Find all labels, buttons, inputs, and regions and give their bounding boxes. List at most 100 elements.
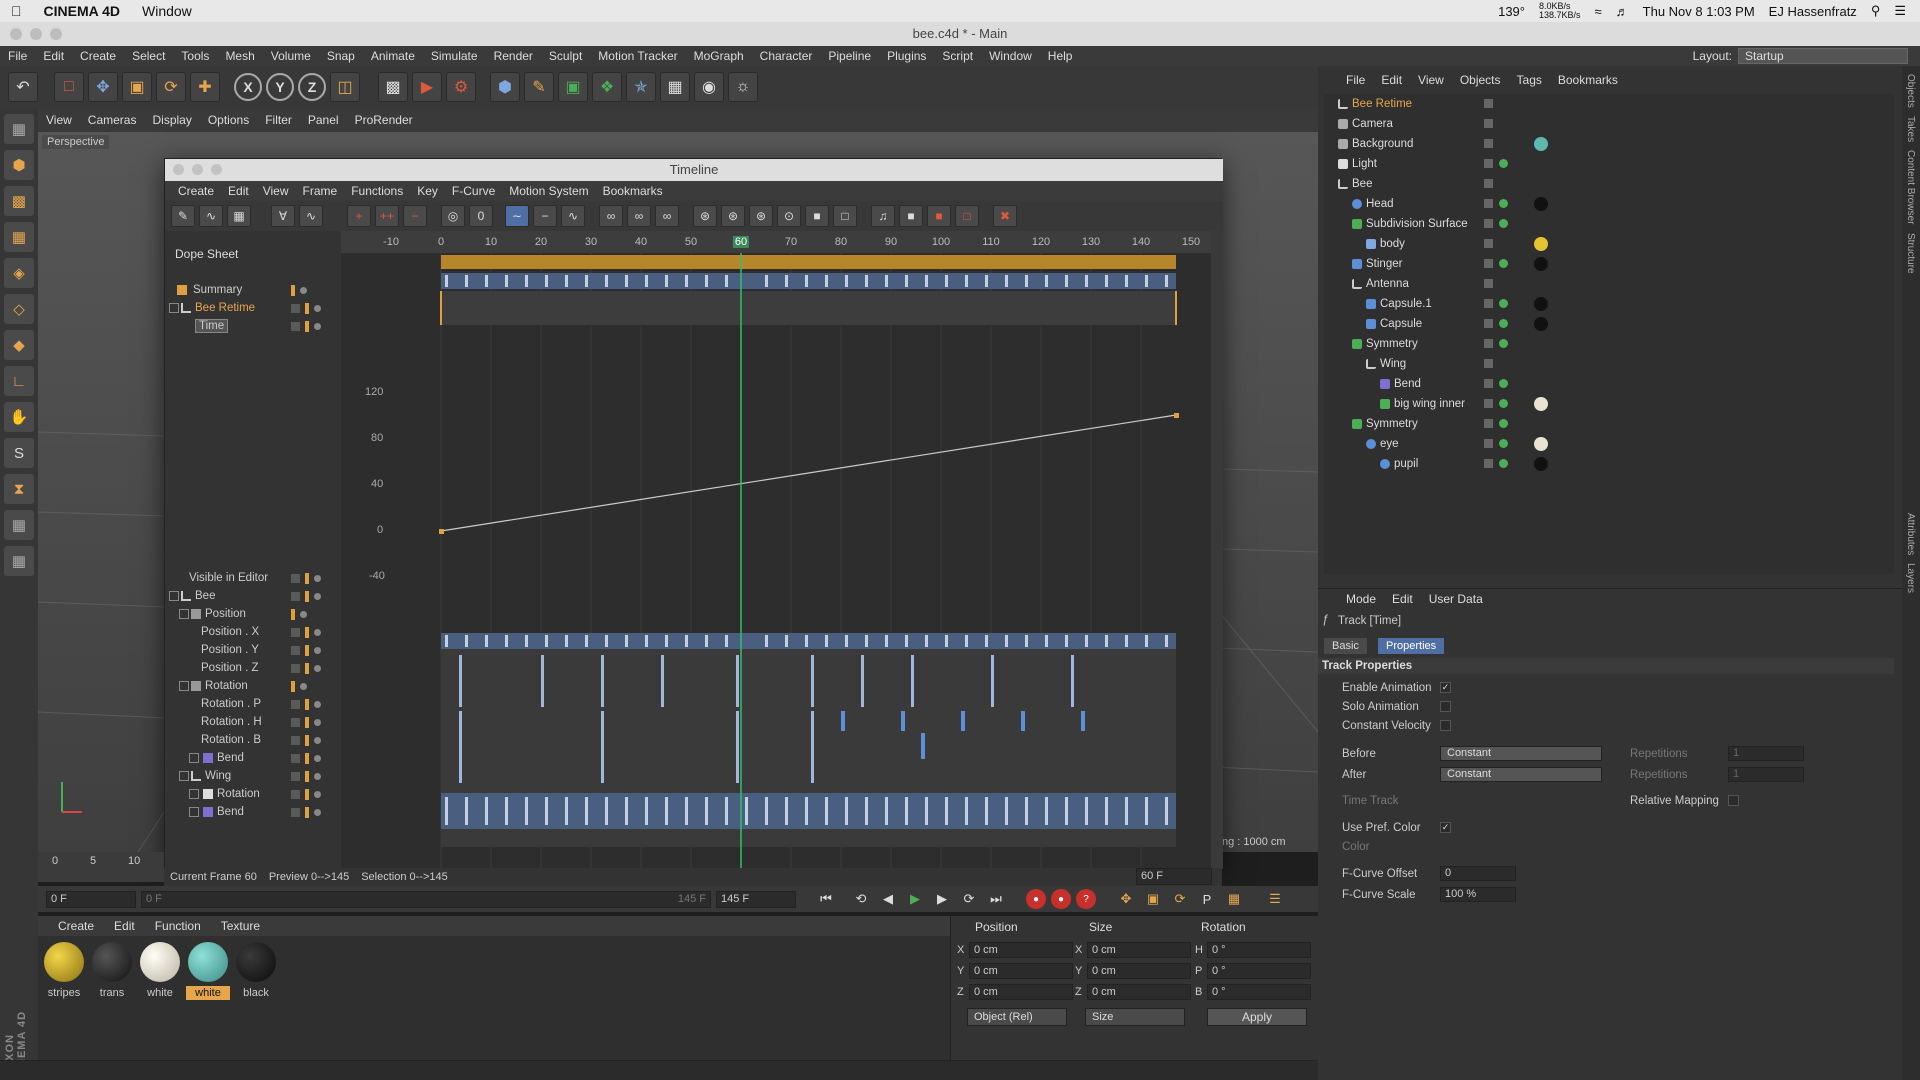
viewport-menu-panel[interactable]: Panel (300, 113, 347, 127)
position-y-field[interactable]: 0 cm (969, 963, 1073, 979)
timeline-window-icon[interactable]: ☰ (1264, 888, 1286, 910)
material-tag[interactable] (1534, 137, 1548, 151)
object-visibility[interactable] (1484, 199, 1508, 208)
render-settings-icon[interactable]: ⚙ (446, 72, 476, 102)
om-menu-tags[interactable]: Tags (1509, 73, 1550, 87)
menu-script[interactable]: Script (934, 49, 981, 63)
object-visibility[interactable] (1484, 419, 1508, 428)
move-icon[interactable]: ✥ (88, 72, 118, 102)
object-row[interactable]: Bee (1324, 174, 1894, 194)
object-row[interactable]: Subdivision Surface (1324, 214, 1894, 234)
menu-help[interactable]: Help (1040, 49, 1081, 63)
timeline-menu-view[interactable]: View (256, 184, 296, 198)
timeline-menu-frame[interactable]: Frame (296, 184, 345, 198)
object-row[interactable]: Symmetry (1324, 414, 1894, 434)
rotate-icon[interactable]: ⟳ (156, 72, 186, 102)
render-icon[interactable]: ▶ (412, 72, 442, 102)
tree-row-wing[interactable]: Wing (165, 767, 341, 785)
tree-row-time[interactable]: Time (165, 317, 341, 335)
timeline-ruler[interactable]: -10 0 10 20 30 40 50 60 70 80 90 100 110… (341, 231, 1211, 253)
mute-icon[interactable]: ♫ (871, 205, 895, 227)
points-mode-icon[interactable]: ◈ (4, 258, 34, 288)
solo-icon[interactable]: S (4, 438, 34, 468)
am-menu-mode[interactable]: Mode (1338, 592, 1384, 606)
dope-sheet-mode-icon[interactable]: ✎ (171, 205, 195, 227)
object-visibility[interactable] (1484, 119, 1493, 128)
size-y-field[interactable]: 0 cm (1087, 963, 1191, 979)
am-menu-edit[interactable]: Edit (1384, 592, 1421, 606)
track-controls[interactable] (291, 698, 321, 710)
motion-mode-icon[interactable]: ▦ (227, 205, 251, 227)
keyframe-selection-icon[interactable]: ? (1076, 889, 1096, 909)
size-mode-dropdown[interactable]: Size (1085, 1008, 1185, 1026)
break-key-icon[interactable]: ■ (927, 205, 951, 227)
camera-icon[interactable]: ◉ (694, 72, 724, 102)
ease-both-icon[interactable]: ∞ (655, 205, 679, 227)
y-axis-icon[interactable]: Y (266, 73, 294, 101)
object-row[interactable]: Antenna (1324, 274, 1894, 294)
viewport-menu-prorender[interactable]: ProRender (347, 113, 421, 127)
menu-snap[interactable]: Snap (319, 49, 363, 63)
tree-row-position-y[interactable]: Position . Y (165, 641, 341, 659)
object-visibility[interactable] (1484, 179, 1493, 188)
object-visibility[interactable] (1484, 259, 1508, 268)
material-tag[interactable] (1534, 457, 1548, 471)
next-key-icon[interactable]: ⟳ (958, 888, 980, 910)
menu-tools[interactable]: Tools (173, 49, 217, 63)
menu-window[interactable]: Window (981, 49, 1040, 63)
model-mode-icon[interactable]: ⬢ (4, 150, 34, 180)
object-visibility[interactable] (1484, 319, 1508, 328)
object-visibility[interactable] (1484, 139, 1493, 148)
next-frame-icon[interactable]: ▶ (931, 888, 953, 910)
after-dropdown[interactable]: Constant (1440, 767, 1602, 782)
side-tab-layers[interactable]: Layers (1905, 563, 1916, 593)
zero-key-icon[interactable]: 0 (469, 205, 493, 227)
om-menu-view[interactable]: View (1410, 73, 1452, 87)
polygons-mode-icon[interactable]: ◆ (4, 330, 34, 360)
minimize-window-button[interactable] (30, 28, 42, 40)
object-visibility[interactable] (1484, 439, 1508, 448)
object-visibility[interactable] (1484, 159, 1508, 168)
timeline-menu-bookmarks[interactable]: Bookmarks (596, 184, 670, 198)
solo-animation-checkbox[interactable] (1440, 701, 1451, 712)
collapse-icon[interactable] (179, 681, 189, 691)
menu-motion-tracker[interactable]: Motion Tracker (590, 49, 685, 63)
tree-row-wing-rotation[interactable]: Rotation (165, 785, 341, 803)
om-menu-edit[interactable]: Edit (1373, 73, 1410, 87)
ease-out-icon[interactable]: ∞ (627, 205, 651, 227)
timeline-menu-functions[interactable]: Functions (344, 184, 410, 198)
timeline-menu-create[interactable]: Create (171, 184, 221, 198)
viewport-menu-options[interactable]: Options (200, 113, 257, 127)
viewport-menu-display[interactable]: Display (144, 113, 199, 127)
object-visibility[interactable] (1484, 399, 1508, 408)
key-position-icon[interactable]: ✥ (1115, 888, 1137, 910)
viewport-menu-cameras[interactable]: Cameras (80, 113, 145, 127)
tree-row-rotation-h[interactable]: Rotation . H (165, 713, 341, 731)
floor-icon[interactable]: ▦ (660, 72, 690, 102)
tree-row-bee[interactable]: Bee (165, 587, 341, 605)
lock-tangent-icon[interactable]: ⊛ (749, 205, 773, 227)
make-editable-icon[interactable]: ▦ (4, 114, 34, 144)
material-swatch[interactable]: trans (90, 942, 134, 1000)
lock-time-icon[interactable]: ⊛ (693, 205, 717, 227)
tree-row-visible-in-editor[interactable]: Visible in Editor (165, 569, 341, 587)
object-row[interactable]: Camera (1324, 114, 1894, 134)
track-controls[interactable] (291, 752, 321, 764)
viewport-menu-filter[interactable]: Filter (257, 113, 300, 127)
use-pref-color-checkbox[interactable]: ✓ (1440, 822, 1451, 833)
array-icon[interactable]: ❖ (592, 72, 622, 102)
viewport-menu-view[interactable]: View (38, 113, 80, 127)
track-controls[interactable] (291, 644, 321, 656)
menu-file[interactable]: File (0, 49, 35, 63)
spline-interp-icon[interactable]: ∿ (561, 205, 585, 227)
collapse-icon[interactable] (179, 771, 189, 781)
side-tab-takes[interactable]: Takes (1905, 116, 1916, 142)
material-menu-texture[interactable]: Texture (211, 919, 270, 933)
collapse-icon[interactable] (169, 303, 179, 313)
delete-key-icon[interactable]: − (403, 205, 427, 227)
render-view-icon[interactable]: ▩ (378, 72, 408, 102)
key-pla-icon[interactable]: ▦ (1223, 888, 1245, 910)
curve-key-end[interactable] (1174, 413, 1179, 418)
record-key-icon[interactable]: ✖ (993, 205, 1017, 227)
frame-all-icon[interactable]: ◎ (441, 205, 465, 227)
